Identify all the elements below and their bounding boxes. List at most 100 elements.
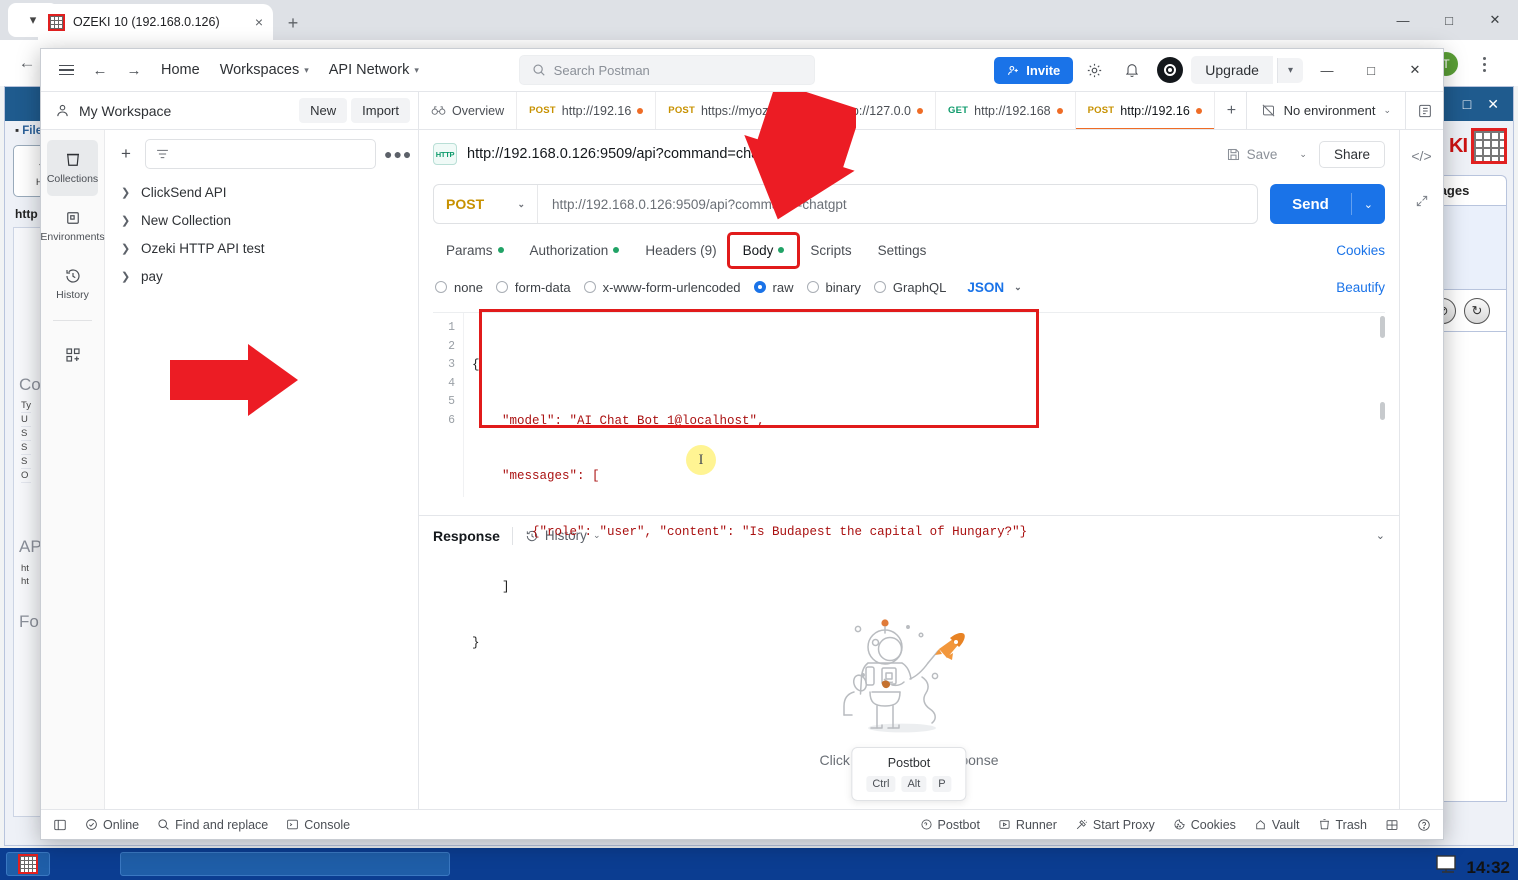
postbot-button[interactable]: Postbot xyxy=(920,818,980,832)
browser-back-icon[interactable]: ← xyxy=(10,53,44,73)
browser-menu-kebab-icon[interactable] xyxy=(1472,50,1496,78)
console-button[interactable]: Console xyxy=(286,818,350,832)
raw-format-selector[interactable]: JSON ⌄ xyxy=(957,280,1021,295)
ozeki-menu-file[interactable]: ▪ File xyxy=(15,125,42,137)
tab-request-5-active[interactable]: POST http://192.16 xyxy=(1075,92,1215,129)
nav-back-icon[interactable]: ← xyxy=(83,55,117,85)
search-input[interactable]: Search Postman xyxy=(518,55,815,85)
tab-request-3[interactable]: POST http://127.0.0 xyxy=(793,92,936,129)
ozeki-maximize-button[interactable]: □ xyxy=(1463,96,1471,112)
code-snippet-icon[interactable]: </> xyxy=(1411,148,1431,164)
environment-quick-look-icon[interactable] xyxy=(1405,92,1443,129)
nav-home[interactable]: Home xyxy=(151,57,210,83)
help-button[interactable] xyxy=(1417,818,1431,832)
save-button[interactable]: Save xyxy=(1216,142,1288,167)
browser-maximize-button[interactable]: □ xyxy=(1426,0,1472,40)
import-button[interactable]: Import xyxy=(351,98,410,123)
environment-selector[interactable]: No environment ⌄ xyxy=(1245,92,1405,129)
share-button[interactable]: Share xyxy=(1318,140,1385,168)
tab-overview[interactable]: Overview xyxy=(419,92,518,129)
runner-button[interactable]: Runner xyxy=(998,818,1057,832)
tab-authorization[interactable]: Authorization xyxy=(517,235,633,266)
url-input[interactable]: http://192.168.0.126:9509/api?command=ch… xyxy=(538,197,1257,212)
tab-settings[interactable]: Settings xyxy=(865,235,940,266)
postman-minimize-button[interactable]: — xyxy=(1307,53,1347,87)
sidebar-item-history[interactable]: History xyxy=(47,256,98,312)
browser-minimize-button[interactable]: — xyxy=(1380,0,1426,40)
cookies-link[interactable]: Cookies xyxy=(1336,243,1385,258)
nav-api-network[interactable]: API Network ▾ xyxy=(319,57,429,83)
trash-button[interactable]: Trash xyxy=(1318,818,1367,832)
cookies-button[interactable]: Cookies xyxy=(1173,818,1236,832)
body-type-form-data[interactable]: form-data xyxy=(494,280,582,295)
bell-icon[interactable] xyxy=(1115,55,1149,85)
save-chevron-down-icon[interactable]: ⌄ xyxy=(1291,149,1315,160)
nav-workspaces[interactable]: Workspaces ▾ xyxy=(210,57,319,83)
body-type-raw[interactable]: raw xyxy=(752,280,805,295)
tab-scripts[interactable]: Scripts xyxy=(797,235,864,266)
upgrade-chevron-down-icon[interactable]: ▾ xyxy=(1276,57,1303,83)
upgrade-button[interactable]: Upgrade xyxy=(1191,56,1273,84)
new-tab-button[interactable]: + xyxy=(1215,102,1246,120)
monitor-icon[interactable] xyxy=(1434,854,1460,876)
postman-close-button[interactable]: ✕ xyxy=(1395,53,1435,87)
list-item[interactable]: ❯ Ozeki HTTP API test xyxy=(105,234,418,262)
page-title: http://192.168.0.126:9509/api?command=ch… xyxy=(467,146,784,162)
tab-body[interactable]: Body xyxy=(726,231,801,269)
body-type-urlencoded[interactable]: x-www-form-urlencoded xyxy=(582,280,752,295)
expand-icon[interactable] xyxy=(1415,194,1429,208)
browser-close-button[interactable]: ✕ xyxy=(1472,0,1518,40)
sidebar-item-environments[interactable]: Environments xyxy=(40,198,105,254)
postman-maximize-button[interactable]: □ xyxy=(1351,53,1391,87)
tab-params[interactable]: Params xyxy=(433,235,517,266)
sidebar-more-options-icon[interactable]: ●●● xyxy=(384,146,411,162)
tab-headers[interactable]: Headers (9) xyxy=(632,235,729,266)
sidebar-toggle-icon[interactable] xyxy=(53,818,67,832)
tab-request-1[interactable]: POST http://192.16 xyxy=(517,92,657,129)
find-and-replace-button[interactable]: Find and replace xyxy=(157,818,268,832)
method-selector[interactable]: POST ⌄ xyxy=(434,185,538,223)
body-type-graphql[interactable]: GraphQL xyxy=(872,280,957,295)
filter-input[interactable] xyxy=(145,139,376,169)
account-avatar[interactable] xyxy=(1153,55,1187,85)
nav-forward-icon[interactable]: → xyxy=(117,55,151,85)
tab-request-4[interactable]: GET http://192.168 xyxy=(936,92,1076,129)
editor-scrollbar[interactable] xyxy=(1380,316,1385,476)
ozeki-refresh-icon[interactable]: ↻ xyxy=(1464,297,1490,324)
radio-icon xyxy=(495,281,508,293)
postbot-label: Postbot xyxy=(937,817,980,832)
gear-icon[interactable] xyxy=(1077,55,1111,85)
close-icon[interactable]: × xyxy=(255,14,263,30)
code-content[interactable]: { "model": "AI_Chat_Bot_1@localhost", "m… xyxy=(463,313,1385,650)
browser-tab-ozeki[interactable]: OZEKI 10 (192.168.0.126) × xyxy=(38,4,273,40)
list-item[interactable]: ❯ New Collection xyxy=(105,206,418,234)
chevron-down-icon: ▾ xyxy=(304,64,309,75)
status-online[interactable]: Online xyxy=(85,818,139,832)
taskbar-ozeki-item[interactable] xyxy=(6,852,50,876)
postbot-key: Alt xyxy=(901,776,927,792)
hamburger-icon[interactable] xyxy=(49,55,83,85)
sidebar-item-collections[interactable]: Collections xyxy=(47,140,98,196)
line-number: 2 xyxy=(448,339,455,353)
json-code-editor[interactable]: 1 2 3 4 5 6 { "model": "AI_Chat_Bot_1@lo… xyxy=(433,312,1385,650)
tab-request-2[interactable]: POST https://myoz xyxy=(656,92,794,129)
body-type-binary[interactable]: binary xyxy=(805,280,872,295)
body-type-none[interactable]: none xyxy=(433,280,494,295)
list-item[interactable]: ❯ ClickSend API xyxy=(105,178,418,206)
vault-button[interactable]: Vault xyxy=(1254,818,1300,832)
send-button[interactable]: Send ⌄ xyxy=(1270,184,1385,224)
add-collection-button[interactable]: + xyxy=(115,144,137,164)
send-chevron-down-icon[interactable]: ⌄ xyxy=(1352,198,1385,211)
modified-dot-icon xyxy=(778,247,785,253)
ozeki-close-button[interactable]: ✕ xyxy=(1487,96,1499,113)
new-tab-button[interactable]: + xyxy=(280,10,306,36)
new-button[interactable]: New xyxy=(299,98,348,123)
list-item[interactable]: ❯ pay xyxy=(105,262,418,290)
sidebar-item-add-apps[interactable] xyxy=(47,329,98,385)
start-proxy-button[interactable]: Start Proxy xyxy=(1075,818,1155,832)
no-environment-icon xyxy=(1262,104,1275,117)
layout-button[interactable] xyxy=(1385,818,1399,832)
beautify-button[interactable]: Beautify xyxy=(1336,280,1385,295)
invite-button[interactable]: Invite xyxy=(994,56,1074,84)
taskbar-window-item[interactable] xyxy=(120,852,450,876)
